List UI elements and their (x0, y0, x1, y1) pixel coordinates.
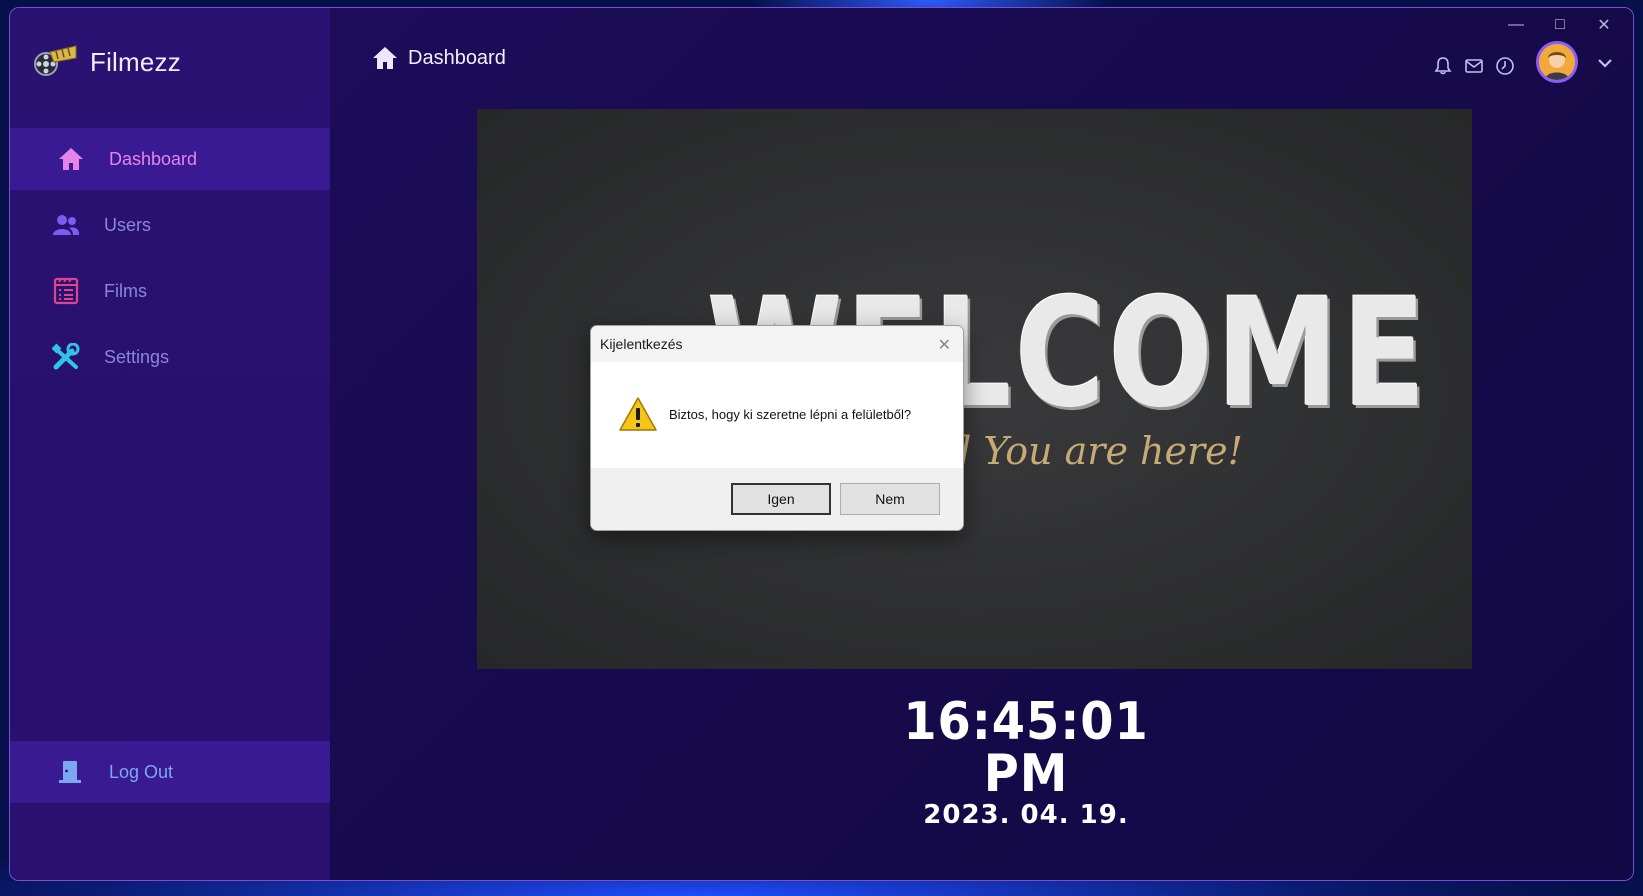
sidebar-item-films[interactable]: Films (10, 260, 330, 322)
film-reel-logo-icon (32, 42, 78, 82)
users-icon (51, 210, 81, 240)
brand: Filmezz (32, 42, 181, 82)
dialog-body: Biztos, hogy ki szeretne lépni a felület… (591, 362, 963, 468)
minimize-icon[interactable]: — (1505, 14, 1527, 36)
sidebar-item-label: Settings (104, 346, 170, 367)
clock-display: 16:45:01 PM 2023. 04. 19. (876, 696, 1176, 828)
sidebar: Filmezz Dashboard Users Films Settings L… (10, 8, 330, 880)
film-list-icon (51, 276, 81, 306)
dialog-close-icon[interactable]: ✕ (938, 335, 951, 355)
dialog-titlebar: Kijelentkezés ✕ (591, 326, 963, 362)
mail-icon[interactable] (1463, 55, 1484, 76)
logout-button[interactable]: Log Out (10, 741, 330, 803)
sidebar-item-label: Films (104, 280, 147, 301)
home-icon (372, 46, 398, 70)
header-icons (1432, 55, 1515, 76)
sidebar-item-label: Dashboard (109, 148, 198, 169)
app-title: Filmezz (90, 46, 181, 77)
bell-icon[interactable] (1432, 55, 1453, 76)
dialog-message: Biztos, hogy ki szeretne lépni a felület… (669, 407, 912, 422)
no-button[interactable]: Nem (840, 483, 940, 515)
clock-date: 2023. 04. 19. (923, 800, 1129, 830)
logout-dialog: Kijelentkezés ✕ Biztos, hogy ki szeretne… (590, 325, 964, 531)
clock-time: 16:45:01 PM (903, 692, 1149, 804)
sidebar-item-settings[interactable]: Settings (10, 326, 330, 388)
avatar[interactable] (1536, 41, 1578, 83)
dialog-footer: Igen Nem (591, 468, 963, 530)
maximize-icon[interactable]: □ (1549, 14, 1571, 36)
dialog-title: Kijelentkezés (600, 336, 683, 352)
logout-label: Log Out (109, 761, 174, 782)
yes-button[interactable]: Igen (731, 483, 831, 515)
sidebar-item-users[interactable]: Users (10, 194, 330, 256)
warning-icon (618, 396, 658, 432)
main-area: Dashboard — □ ✕ WELCOME d You are here! … (330, 8, 1633, 880)
tools-icon (51, 342, 81, 372)
page-title: Dashboard (408, 46, 506, 69)
chevron-down-icon[interactable] (1595, 53, 1615, 73)
sidebar-item-label: Users (104, 214, 152, 235)
page-header: Dashboard (372, 46, 506, 70)
sidebar-item-dashboard[interactable]: Dashboard (10, 128, 330, 190)
clock-icon[interactable] (1494, 55, 1515, 76)
door-icon (56, 758, 84, 786)
home-icon (56, 144, 86, 174)
close-icon[interactable]: ✕ (1593, 14, 1615, 36)
banner-subtitle: d You are here! (947, 429, 1243, 473)
window-controls: — □ ✕ (1505, 14, 1615, 36)
